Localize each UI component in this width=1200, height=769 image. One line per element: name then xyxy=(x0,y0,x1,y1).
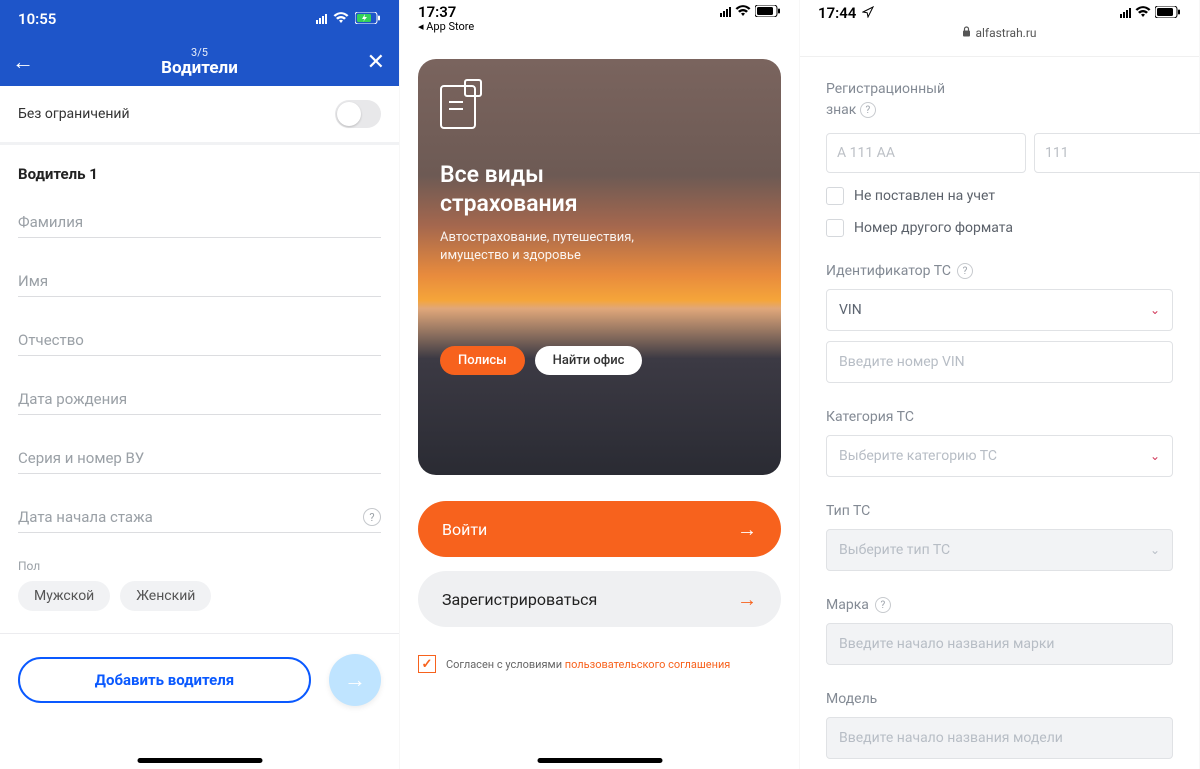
category-placeholder: Выберите категорию ТС xyxy=(839,448,997,464)
signal-icon xyxy=(316,14,327,24)
hero-title: Все видыстрахования xyxy=(440,161,759,219)
gender-label: Пол xyxy=(18,559,381,573)
reg-plate-label: Регистрационный знак ? xyxy=(826,79,1173,121)
status-bar: 17:44 xyxy=(800,0,1199,20)
arrow-right-icon: → xyxy=(737,517,757,542)
type-label: Тип ТС xyxy=(826,503,1173,519)
category-label: Категория ТС xyxy=(826,409,1173,425)
region-input[interactable] xyxy=(1034,133,1200,173)
vehicle-id-select[interactable]: VIN ⌄ xyxy=(826,289,1173,331)
status-time: 10:55 xyxy=(18,10,56,28)
gender-female-chip[interactable]: Женский xyxy=(120,581,211,611)
login-button[interactable]: Войти → xyxy=(418,501,781,557)
unlimited-toggle[interactable] xyxy=(335,100,381,128)
chevron-down-icon: ⌄ xyxy=(1150,543,1160,557)
terms-row: ✓ Согласен с условиями пользовательского… xyxy=(418,655,781,673)
page-title: Водители xyxy=(161,59,238,78)
footer: Добавить водителя → xyxy=(0,633,399,706)
license-field[interactable]: Серия и номер ВУ xyxy=(18,449,381,474)
help-icon[interactable]: ? xyxy=(363,508,381,526)
screen-drivers: 10:55 ← 3/5 Водители ✕ Без ограничений В… xyxy=(0,0,400,769)
gender-chips: Мужской Женский xyxy=(18,581,381,611)
unlimited-label: Без ограничений xyxy=(18,106,130,122)
pill-find-office[interactable]: Найти офис xyxy=(535,346,643,375)
status-bar: 10:55 xyxy=(0,0,399,38)
experience-field[interactable]: Дата начала стажа ? xyxy=(18,508,381,533)
not-registered-label: Не поставлен на учет xyxy=(854,188,995,204)
home-indicator xyxy=(537,758,662,763)
battery-icon xyxy=(755,3,781,21)
hero-pills: Полисы Найти офис xyxy=(440,346,642,375)
battery-icon xyxy=(355,10,381,28)
status-time: 17:37 xyxy=(418,3,456,21)
vin-input[interactable]: Введите номер VIN xyxy=(826,341,1173,383)
terms-link[interactable]: пользовательского соглашения xyxy=(565,658,731,671)
status-bar: 17:37 xyxy=(400,0,799,20)
other-format-checkbox[interactable] xyxy=(826,219,844,237)
home-indicator xyxy=(137,758,262,763)
close-icon[interactable]: ✕ xyxy=(367,50,385,75)
chevron-down-icon: ⌄ xyxy=(1150,449,1160,463)
plate-input[interactable] xyxy=(826,133,1026,173)
experience-label: Дата начала стажа xyxy=(18,508,153,526)
hero-subtitle: Автострахование, путешествия,имущество и… xyxy=(440,229,759,265)
step-indicator: 3/5 xyxy=(161,47,238,59)
brand-label: Марка? xyxy=(826,597,1173,613)
category-select[interactable]: Выберите категорию ТС ⌄ xyxy=(826,435,1173,477)
status-icons xyxy=(720,3,781,21)
document-plus-icon xyxy=(440,85,476,129)
model-input: Введите начало названия модели xyxy=(826,717,1173,759)
signal-icon xyxy=(1120,8,1131,18)
url-text: alfastrah.ru xyxy=(975,26,1036,40)
terms-checkbox[interactable]: ✓ xyxy=(418,655,436,673)
browser-url[interactable]: alfastrah.ru xyxy=(800,20,1199,57)
wifi-icon xyxy=(735,3,751,21)
brand-input: Введите начало названия марки xyxy=(826,623,1173,665)
help-icon[interactable]: ? xyxy=(860,102,876,118)
back-icon[interactable]: ← xyxy=(12,49,34,75)
birthdate-field[interactable]: Дата рождения xyxy=(18,390,381,415)
gender-male-chip[interactable]: Мужской xyxy=(18,581,110,611)
pill-policies[interactable]: Полисы xyxy=(440,346,525,375)
screen-landing: 17:37 ◂ App Store Все видыстрахования Ав… xyxy=(400,0,800,769)
login-label: Войти xyxy=(442,520,487,539)
firstname-field[interactable]: Имя xyxy=(18,272,381,297)
vehicle-id-value: VIN xyxy=(839,302,862,318)
lock-icon xyxy=(962,26,971,40)
add-driver-button[interactable]: Добавить водителя xyxy=(18,657,311,703)
lastname-field[interactable]: Фамилия xyxy=(18,213,381,238)
status-icons xyxy=(316,10,381,28)
vehicle-id-label: Идентификатор ТС? xyxy=(826,263,1173,279)
model-label: Модель xyxy=(826,691,1173,707)
chevron-down-icon: ⌄ xyxy=(1150,303,1160,317)
next-fab[interactable]: → xyxy=(329,654,381,706)
signal-icon xyxy=(720,7,731,17)
type-placeholder: Выберите тип ТС xyxy=(839,542,950,558)
not-registered-row[interactable]: Не поставлен на учет xyxy=(826,187,1173,205)
register-label: Зарегистрироваться xyxy=(442,590,597,609)
register-button[interactable]: Зарегистрироваться → xyxy=(418,571,781,627)
arrow-right-icon: → xyxy=(737,587,757,612)
help-icon[interactable]: ? xyxy=(957,263,973,279)
other-format-label: Номер другого формата xyxy=(854,220,1013,236)
help-icon[interactable]: ? xyxy=(875,597,891,613)
screen-webform: 17:44 alfastrah.ru Регистрационный знак … xyxy=(800,0,1200,769)
not-registered-checkbox[interactable] xyxy=(826,187,844,205)
driver-section-title: Водитель 1 xyxy=(18,155,381,189)
header-bar: ← 3/5 Водители ✕ xyxy=(0,38,399,86)
unlimited-toggle-row: Без ограничений xyxy=(0,86,399,145)
type-select: Выберите тип ТС ⌄ xyxy=(826,529,1173,571)
reg-plate-row xyxy=(826,133,1173,173)
hero-card: Все видыстрахования Автострахование, пут… xyxy=(418,59,781,475)
terms-text: Согласен с условиями пользовательского с… xyxy=(446,658,730,671)
patronymic-field[interactable]: Отчество xyxy=(18,331,381,356)
back-to-appstore[interactable]: ◂ App Store xyxy=(400,20,799,41)
wifi-icon xyxy=(333,10,349,28)
other-format-row[interactable]: Номер другого формата xyxy=(826,219,1173,237)
